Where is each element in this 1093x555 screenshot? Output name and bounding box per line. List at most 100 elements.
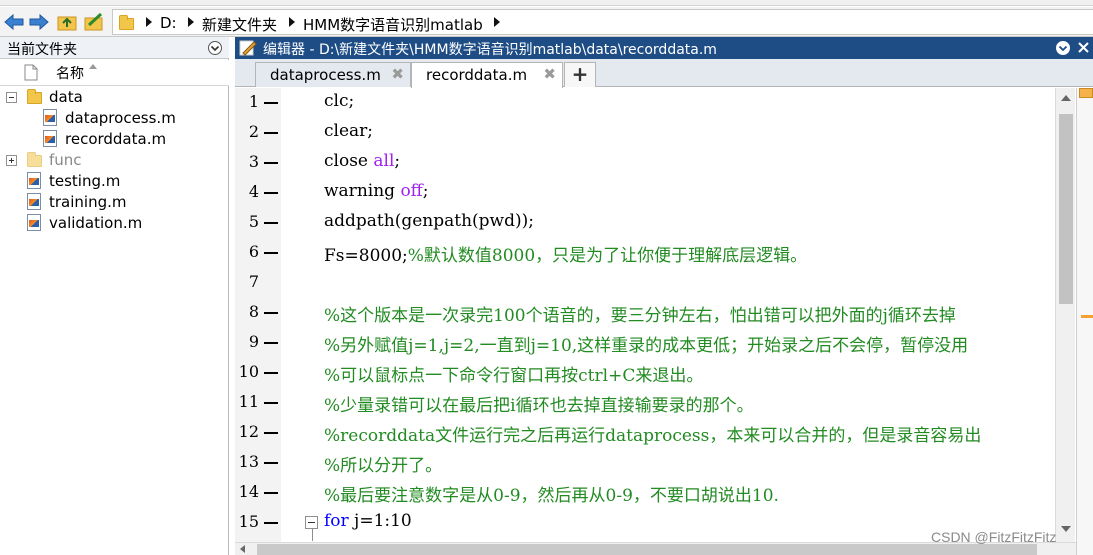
tab-recorddata[interactable]: recorddata.m ✖ (411, 62, 563, 88)
panel-menu-icon[interactable] (207, 40, 223, 56)
code-line[interactable]: 12 %recorddata文件运行完之后再运行dataprocess，本来可以合… (235, 418, 1055, 448)
code-line[interactable]: 1 clc; (235, 88, 1055, 118)
breakpoint-dash[interactable] (264, 462, 278, 464)
vertical-scrollbar[interactable] (1055, 88, 1075, 542)
file-type-column-icon[interactable] (24, 64, 38, 81)
folder-icon (27, 152, 42, 167)
tree-item-testing[interactable]: testing.m (0, 171, 229, 191)
tree-item-label: func (49, 151, 82, 169)
code-line[interactable]: 11 %少量录错可以在最后把i循环也去掉直接输要录的那个。 (235, 388, 1055, 418)
crumb-drive[interactable]: D: (160, 14, 177, 32)
code-line[interactable]: 14 %最后要注意数字是从0-9，然后再从0-9，不要口胡说出10. (235, 478, 1055, 508)
tree-item-label: training.m (49, 193, 127, 211)
code-line[interactable]: 8 %这个版本是一次录完100个语音的，要三分钟左右，怕出错可以把外面的j循环去掉 (235, 298, 1055, 328)
line-number: 15 (238, 512, 259, 531)
scroll-up-icon[interactable] (1061, 95, 1071, 101)
breakpoint-dash[interactable] (264, 312, 278, 314)
scroll-thumb[interactable] (1059, 114, 1073, 304)
breakpoint-dash[interactable] (264, 342, 278, 344)
breakpoint-dash[interactable] (264, 252, 278, 254)
tree-item-dataprocess[interactable]: dataprocess.m (0, 108, 229, 128)
code-line[interactable]: 6 Fs=8000;%默认数值8000，只是为了让你便于理解底层逻辑。 (235, 238, 1055, 268)
breakpoint-dash[interactable] (264, 372, 278, 374)
code-analyzer-strip (1076, 88, 1093, 555)
tree-item-label: testing.m (49, 172, 121, 190)
code-line[interactable]: 2 clear; (235, 118, 1055, 148)
folder-up-icon[interactable] (56, 11, 78, 33)
chevron-right-icon[interactable] (146, 17, 152, 27)
close-tab-icon[interactable]: ✖ (543, 65, 556, 83)
code-area[interactable]: 1 clc; 2 clear; 3 close all; 4 warning off; 5 add… (235, 88, 1055, 542)
code-line[interactable]: 4 warning off; (235, 178, 1055, 208)
tree-item-data[interactable]: data (0, 87, 229, 107)
warning-marker[interactable] (1081, 315, 1093, 318)
forward-icon[interactable] (28, 11, 50, 33)
tree-item-label: data (49, 88, 83, 106)
fold-icon[interactable] (305, 516, 318, 529)
tree-item-func[interactable]: func (0, 150, 229, 170)
back-icon[interactable] (3, 11, 25, 33)
code-token: %recorddata文件运行完之后再运行dataprocess，本来可以合并的… (324, 426, 982, 446)
current-folder-panel: 当前文件夹 名称 data dataprocess.m recorddata.m… (0, 37, 229, 555)
browse-folder-icon[interactable] (83, 11, 105, 33)
code-text: clc; (324, 91, 354, 111)
code-token: %可以鼠标点一下命令行窗口再按ctrl+C来退出。 (324, 366, 704, 386)
collapse-icon[interactable] (6, 92, 17, 103)
code-text: clear; (324, 121, 373, 141)
code-text: %最后要注意数字是从0-9，然后再从0-9，不要口胡说出10. (324, 481, 779, 506)
code-text: Fs=8000;%默认数值8000，只是为了让你便于理解底层逻辑。 (324, 241, 807, 266)
code-line[interactable]: 10 %可以鼠标点一下命令行窗口再按ctrl+C来退出。 (235, 358, 1055, 388)
line-number: 9 (248, 332, 259, 351)
line-number: 8 (248, 302, 259, 321)
breakpoint-dash[interactable] (264, 492, 278, 494)
chevron-right-icon[interactable] (289, 17, 295, 27)
editor-panel: 编辑器 - D:\新建文件夹\HMM数字语音识别matlab\data\reco… (235, 37, 1093, 555)
tree-item-validation[interactable]: validation.m (0, 213, 229, 233)
breakpoint-dash[interactable] (264, 162, 278, 164)
expand-icon[interactable] (6, 155, 17, 166)
code-line[interactable]: 5 addpath(genpath(pwd)); (235, 208, 1055, 238)
editor-title: 编辑器 - D:\新建文件夹\HMM数字语音识别matlab\data\reco… (263, 42, 717, 58)
breakpoint-dash[interactable] (264, 522, 278, 524)
line-number: 5 (248, 212, 259, 231)
breakpoint-dash[interactable] (264, 132, 278, 134)
line-number: 14 (238, 482, 259, 501)
address-field[interactable]: D: 新建文件夹 HMM数字语音识别matlab (112, 9, 1093, 35)
crumb-folder[interactable]: 新建文件夹 (202, 14, 277, 35)
close-tab-icon[interactable]: ✖ (391, 65, 404, 83)
tree-item-recorddata[interactable]: recorddata.m (0, 129, 229, 149)
breakpoint-dash[interactable] (264, 402, 278, 404)
panel-menu-icon[interactable] (1055, 40, 1071, 56)
code-line[interactable]: 13 %所以分开了。 (235, 448, 1055, 478)
line-number: 11 (238, 392, 259, 411)
breakpoint-dash[interactable] (264, 102, 278, 104)
chevron-right-icon[interactable] (188, 17, 194, 27)
breakpoint-dash[interactable] (264, 192, 278, 194)
m-file-icon (27, 172, 41, 189)
tab-dataprocess[interactable]: dataprocess.m ✖ (255, 62, 411, 87)
chevron-right-icon[interactable] (494, 17, 500, 27)
close-icon[interactable] (1077, 41, 1090, 54)
line-number: 6 (248, 242, 259, 261)
scroll-thumb[interactable] (257, 544, 1037, 555)
editor-title-bar: 编辑器 - D:\新建文件夹\HMM数字语音识别matlab\data\reco… (235, 37, 1093, 59)
code-token: close (324, 151, 374, 171)
code-token: clc; (324, 91, 355, 111)
column-header: 名称 (0, 60, 229, 86)
crumb-project[interactable]: HMM数字语音识别matlab (303, 14, 483, 35)
code-line[interactable]: 3 close all; (235, 148, 1055, 178)
fold-guide (312, 529, 313, 541)
scroll-down-icon[interactable] (1061, 526, 1071, 532)
breakpoint-dash[interactable] (264, 222, 278, 224)
breakpoint-dash[interactable] (264, 432, 278, 434)
code-line[interactable]: 7 (235, 268, 1055, 298)
analyzer-status-icon[interactable] (1079, 88, 1093, 98)
tree-item-training[interactable]: training.m (0, 192, 229, 212)
add-tab-button[interactable]: + (564, 62, 596, 87)
menu-strip (0, 0, 1093, 6)
tab-label: recorddata.m (426, 66, 528, 84)
panel-title-bar: 当前文件夹 (0, 37, 229, 59)
scroll-left-icon[interactable] (240, 545, 245, 553)
code-line[interactable]: 9 %另外赋值j=1,j=2,一直到j=10,这样重录的成本更低；开始录之后不会停… (235, 328, 1055, 358)
column-name[interactable]: 名称 (56, 63, 84, 83)
